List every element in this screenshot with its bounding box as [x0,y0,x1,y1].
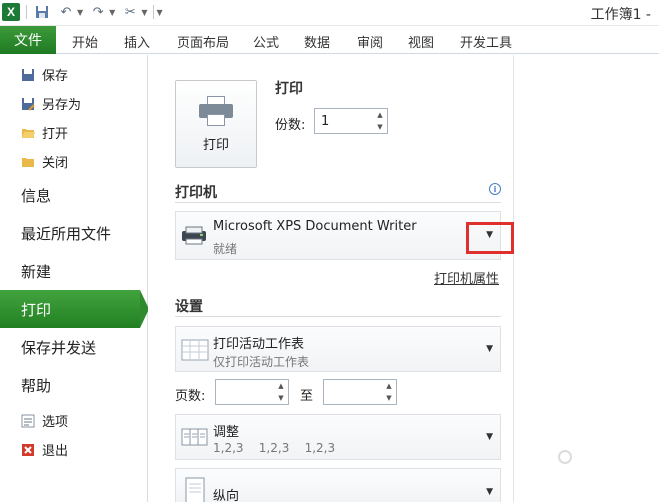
printer-properties-link[interactable]: 打印机属性 [434,268,499,287]
nav-print[interactable]: 打印 [0,290,149,328]
customize-dropdown-icon[interactable]: ▼ [141,8,147,17]
nav-save-send[interactable]: 保存并发送 [21,337,96,358]
quick-access-toolbar: X ↶ ▼ ↷ ▼ ✂ ▼ ▼ [2,3,163,21]
print-preview-area [515,55,659,502]
nav-save-as-label: 另存为 [42,98,82,113]
save-icon [20,67,36,83]
copies-label: 份数: [275,118,306,133]
info-icon[interactable]: i [489,183,501,195]
chevron-down-icon[interactable]: ▼ [486,344,493,354]
print-scope-title: 打印活动工作表 [213,337,305,352]
collate-subtitle: 1,2,3 1,2,3 1,2,3 [213,441,336,455]
worksheet-icon [180,337,209,363]
chevron-down-icon[interactable]: ▼ [486,432,493,442]
close-folder-icon [20,154,36,170]
nav-help[interactable]: 帮助 [21,375,51,396]
tab-formulas[interactable]: 公式 [253,32,279,51]
orientation-title: 纵向 [213,489,240,502]
orientation-dropdown[interactable]: 纵向 ▼ [175,468,501,502]
nav-save-label: 保存 [42,69,69,84]
pages-to-arrows[interactable]: ▲ ▼ [382,380,396,404]
collate-icon [180,425,208,451]
divider [175,316,501,317]
print-section-title: 打印 [275,81,303,97]
redo-icon[interactable]: ↷ [89,3,107,21]
nav-print-label: 打印 [21,300,52,319]
copies-value: 1 [321,113,330,129]
printer-status: 就绪 [213,242,238,256]
nav-exit[interactable]: 退出 [20,440,68,459]
divider [175,202,501,203]
collate-title: 调整 [213,425,240,440]
pages-from-arrows[interactable]: ▲ ▼ [274,380,288,404]
copies-stepper[interactable]: 1 ▲ ▼ [314,108,388,134]
watermark-logo [558,446,638,468]
backstage-nav: 保存 另存为 打开 关闭 信息 最近所用文件 新建 打印 保存并发送 帮助 选项… [0,55,149,502]
ribbon-tab-bar: 文件 开始 插入 页面布局 公式 数据 审阅 视图 开发工具 [0,26,659,54]
save-as-icon [20,96,36,112]
tab-home[interactable]: 开始 [72,32,98,51]
print-scope-subtitle: 仅打印活动工作表 [213,355,310,369]
nav-open-label: 打开 [42,127,69,142]
nav-options[interactable]: 选项 [20,411,68,430]
printer-dropdown[interactable]: Microsoft XPS Document Writer 就绪 ▼ [175,211,501,260]
undo-icon[interactable]: ↶ [57,3,75,21]
excel-icon[interactable]: X [2,3,20,21]
printer-section-title: 打印机 [175,185,217,201]
exit-icon [20,442,36,458]
print-panel: 打印 打印 份数: 1 ▲ ▼ 打印机 i Microsoft XPS Docum… [148,55,514,502]
printer-device-icon [180,224,208,250]
copies-stepper-arrows[interactable]: ▲ ▼ [373,109,387,133]
highlight-box [466,222,514,254]
print-button-label: 打印 [202,137,229,153]
pages-label: 页数: [175,389,206,404]
nav-open[interactable]: 打开 [20,123,68,142]
options-icon [20,413,36,429]
chevron-down-icon[interactable]: ▼ [486,487,493,497]
printer-icon [199,95,233,126]
collate-dropdown[interactable]: 调整 1,2,3 1,2,3 1,2,3 ▼ [175,414,501,460]
title-bar: X ↶ ▼ ↷ ▼ ✂ ▼ ▼ 工作簿1 - [0,0,659,26]
pages-to-label: 至 [300,389,314,404]
nav-save-as[interactable]: 另存为 [20,94,81,113]
nav-new[interactable]: 新建 [21,261,51,282]
print-button[interactable]: 打印 [175,80,257,168]
workbook-title: 工作簿1 - [590,7,651,23]
nav-recent[interactable]: 最近所用文件 [21,223,111,244]
pages-to-stepper[interactable]: ▲ ▼ [323,379,397,405]
printer-name: Microsoft XPS Document Writer [213,219,417,234]
customize-tools-icon[interactable]: ✂ [121,3,139,21]
tab-review[interactable]: 审阅 [357,32,383,51]
nav-close[interactable]: 关闭 [20,152,68,171]
settings-section-title: 设置 [175,299,203,315]
nav-close-label: 关闭 [42,156,69,171]
redo-dropdown-icon[interactable]: ▼ [109,8,115,17]
qat-separator [153,5,155,19]
nav-options-label: 选项 [42,415,69,430]
tab-view[interactable]: 视图 [408,32,434,51]
tab-file[interactable]: 文件 [0,26,56,54]
undo-dropdown-icon[interactable]: ▼ [77,8,83,17]
nav-info[interactable]: 信息 [21,185,51,206]
qat-more-icon[interactable]: ▼ [156,8,162,17]
nav-exit-label: 退出 [42,444,69,459]
tab-data[interactable]: 数据 [304,32,330,51]
tab-page-layout[interactable]: 页面布局 [177,32,229,51]
save-icon[interactable] [33,3,51,21]
open-folder-icon [20,125,36,141]
print-scope-dropdown[interactable]: 打印活动工作表 仅打印活动工作表 ▼ [175,326,501,372]
pages-from-stepper[interactable]: ▲ ▼ [215,379,289,405]
tab-developer[interactable]: 开发工具 [460,32,512,51]
nav-save[interactable]: 保存 [20,65,68,84]
portrait-page-icon [180,476,208,502]
qat-separator [26,5,27,19]
tab-insert[interactable]: 插入 [124,32,150,51]
